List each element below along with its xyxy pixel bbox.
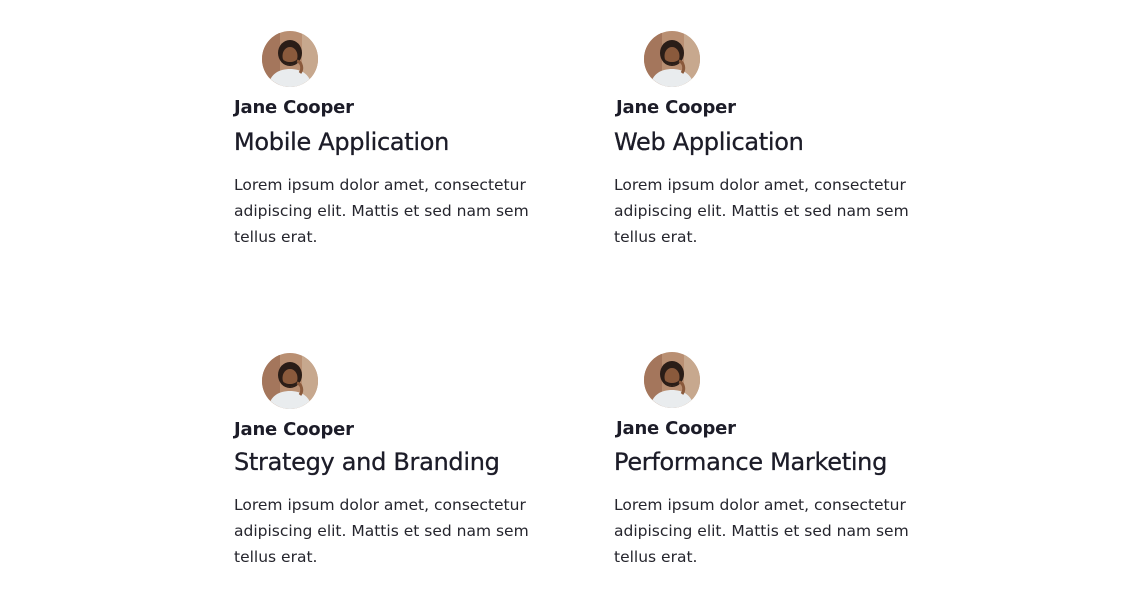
person-photo-icon — [262, 31, 318, 87]
avatar — [644, 31, 700, 87]
card-title: Strategy and Branding — [234, 448, 500, 476]
card-description: Lorem ipsum dolor amet, consectetur adip… — [234, 496, 529, 566]
card-description: Lorem ipsum dolor amet, consectetur adip… — [614, 496, 909, 566]
author-name: Jane Cooper — [616, 97, 736, 118]
person-photo-icon — [644, 352, 700, 408]
service-card-performance-marketing: Jane Cooper Performance Marketing Lorem … — [614, 322, 914, 582]
card-title: Mobile Application — [234, 128, 450, 156]
person-photo-icon — [262, 353, 318, 409]
avatar — [262, 31, 318, 87]
card-title: Performance Marketing — [614, 448, 888, 476]
avatar — [262, 353, 318, 409]
avatar — [644, 352, 700, 408]
card-title: Web Application — [614, 128, 804, 156]
service-card-web-application: Jane Cooper Web Application Lorem ipsum … — [614, 0, 914, 260]
service-card-mobile-application: Jane Cooper Mobile Application Lorem ips… — [234, 0, 534, 260]
author-name: Jane Cooper — [616, 418, 736, 439]
person-photo-icon — [644, 31, 700, 87]
card-description: Lorem ipsum dolor amet, consectetur adip… — [614, 176, 909, 246]
author-name: Jane Cooper — [234, 97, 354, 118]
service-card-strategy-and-branding: Jane Cooper Strategy and Branding Lorem … — [234, 322, 534, 582]
card-description: Lorem ipsum dolor amet, consectetur adip… — [234, 176, 529, 246]
author-name: Jane Cooper — [234, 419, 354, 440]
